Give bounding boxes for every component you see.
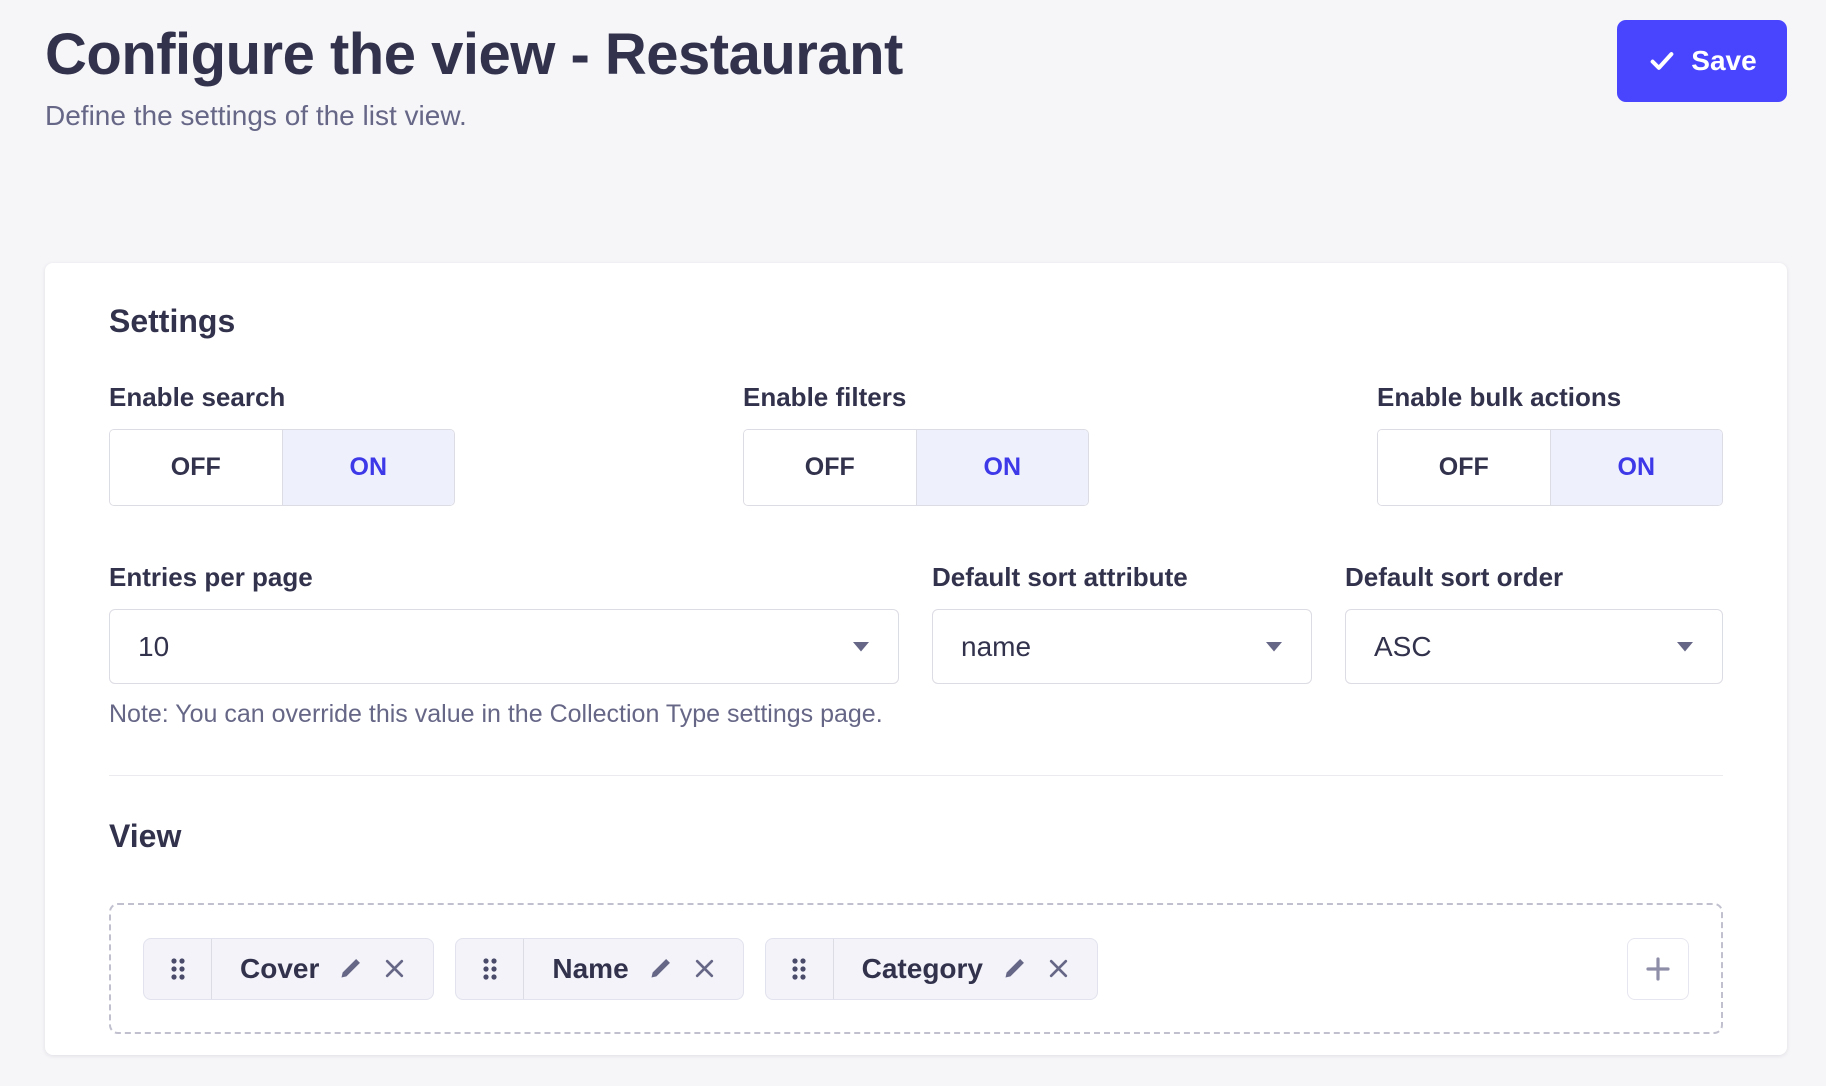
pencil-icon	[337, 955, 364, 982]
close-icon	[382, 956, 407, 981]
toggle-on-option[interactable]: ON	[1550, 430, 1723, 505]
chevron-down-icon	[1676, 641, 1694, 652]
view-fields-dropzone: Cover Name	[109, 903, 1723, 1034]
toggle-on-option[interactable]: ON	[916, 430, 1089, 505]
field-label: Enable filters	[743, 382, 1089, 413]
remove-field-button[interactable]	[1046, 956, 1071, 981]
edit-field-button[interactable]	[337, 955, 364, 982]
field-enable-search: Enable search OFF ON	[109, 382, 455, 506]
toggle-on-option[interactable]: ON	[282, 430, 455, 505]
edit-field-button[interactable]	[1001, 955, 1028, 982]
settings-heading: Settings	[109, 303, 1723, 340]
section-divider	[109, 775, 1723, 776]
check-icon	[1647, 46, 1677, 76]
close-icon	[692, 956, 717, 981]
entries-note: Note: You can override this value in the…	[109, 700, 899, 729]
select-value: 10	[138, 631, 169, 663]
field-chip-name[interactable]: Name	[455, 938, 743, 1000]
toggle-off-option[interactable]: OFF	[744, 430, 916, 505]
page-header: Configure the view - Restaurant Define t…	[45, 0, 1787, 132]
field-label: Enable bulk actions	[1377, 382, 1723, 413]
chevron-down-icon	[1265, 641, 1283, 652]
field-label: Entries per page	[109, 562, 899, 593]
pencil-icon	[647, 955, 674, 982]
page-title: Configure the view - Restaurant	[45, 20, 1787, 90]
field-entries-per-page: Entries per page 10 Note: You can overri…	[109, 562, 899, 729]
field-default-sort-order: Default sort order ASC	[1345, 562, 1723, 684]
field-enable-bulk-actions: Enable bulk actions OFF ON	[1377, 382, 1723, 506]
chevron-down-icon	[852, 641, 870, 652]
field-chip-label: Category	[862, 953, 983, 985]
page-subtitle: Define the settings of the list view.	[45, 100, 1787, 132]
field-default-sort-attribute: Default sort attribute name	[932, 562, 1312, 684]
toggles-row: Enable search OFF ON Enable filters OFF …	[109, 382, 1723, 506]
enable-search-toggle[interactable]: OFF ON	[109, 429, 455, 506]
toggle-off-option[interactable]: OFF	[110, 430, 282, 505]
field-label: Enable search	[109, 382, 455, 413]
field-chip-category[interactable]: Category	[765, 938, 1098, 1000]
field-chip-cover[interactable]: Cover	[143, 938, 434, 1000]
add-field-button[interactable]	[1627, 938, 1689, 1000]
save-button-label: Save	[1691, 45, 1756, 77]
entries-per-page-select[interactable]: 10	[109, 609, 899, 684]
field-chip-label: Name	[552, 953, 628, 985]
drag-handle-icon[interactable]	[766, 939, 834, 999]
edit-field-button[interactable]	[647, 955, 674, 982]
plus-icon	[1642, 953, 1674, 985]
settings-card: Settings Enable search OFF ON Enable fil…	[45, 263, 1787, 1055]
close-icon	[1046, 956, 1071, 981]
pencil-icon	[1001, 955, 1028, 982]
remove-field-button[interactable]	[692, 956, 717, 981]
remove-field-button[interactable]	[382, 956, 407, 981]
view-heading: View	[109, 818, 1723, 855]
enable-filters-toggle[interactable]: OFF ON	[743, 429, 1089, 506]
field-chip-label: Cover	[240, 953, 319, 985]
drag-handle-icon[interactable]	[144, 939, 212, 999]
default-sort-attribute-select[interactable]: name	[932, 609, 1312, 684]
toggle-off-option[interactable]: OFF	[1378, 430, 1550, 505]
save-button[interactable]: Save	[1617, 20, 1787, 102]
select-value: ASC	[1374, 631, 1432, 663]
field-label: Default sort attribute	[932, 562, 1312, 593]
enable-bulk-actions-toggle[interactable]: OFF ON	[1377, 429, 1723, 506]
selects-row: Entries per page 10 Note: You can overri…	[109, 562, 1723, 729]
field-label: Default sort order	[1345, 562, 1723, 593]
select-value: name	[961, 631, 1031, 663]
drag-handle-icon[interactable]	[456, 939, 524, 999]
default-sort-order-select[interactable]: ASC	[1345, 609, 1723, 684]
field-enable-filters: Enable filters OFF ON	[743, 382, 1089, 506]
